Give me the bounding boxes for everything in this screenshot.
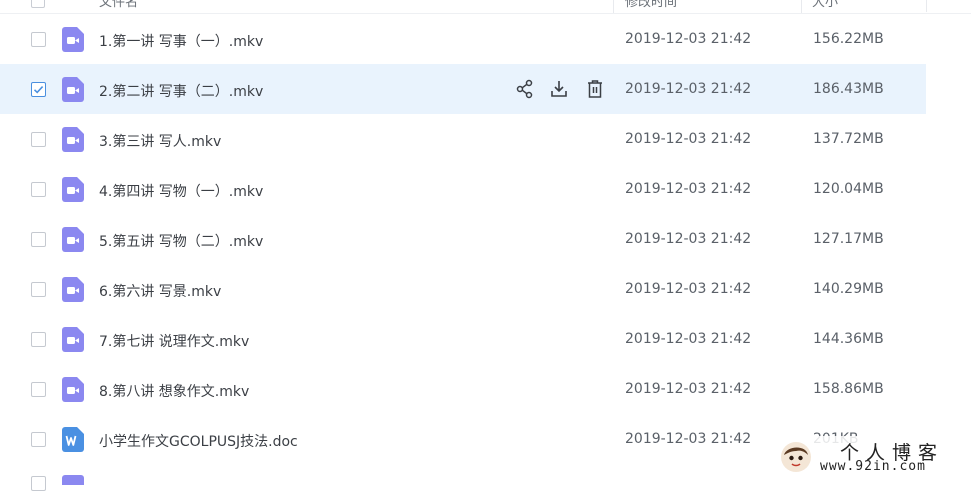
column-divider[interactable] <box>613 0 614 13</box>
row-checkbox[interactable] <box>31 476 46 491</box>
column-header-modified-time[interactable]: 修改时间 <box>625 0 677 10</box>
video-file-icon <box>62 227 84 252</box>
file-size: 120.04MB <box>813 181 884 197</box>
file-row[interactable]: 8.第八讲 想象作文.mkv 2019-12-03 21:42 158.86MB <box>0 364 926 414</box>
row-checkbox[interactable] <box>31 382 46 397</box>
file-row[interactable]: 7.第七讲 说理作文.mkv 2019-12-03 21:42 144.36MB <box>0 314 926 364</box>
video-file-icon <box>62 27 84 52</box>
row-checkbox-checked[interactable] <box>31 82 46 97</box>
video-file-icon <box>62 127 84 152</box>
file-size: 186.43MB <box>813 81 884 97</box>
delete-icon[interactable] <box>585 78 605 100</box>
file-name[interactable]: 小学生作文GCOLPUSJ技法.doc <box>99 431 298 451</box>
file-name[interactable]: 4.第四讲 写物（一）.mkv <box>99 181 263 201</box>
file-modified-time: 2019-12-03 21:42 <box>625 381 752 397</box>
avatar-icon <box>781 442 811 472</box>
video-file-icon <box>62 177 84 202</box>
file-size: 127.17MB <box>813 231 884 247</box>
row-checkbox[interactable] <box>31 432 46 447</box>
file-modified-time: 2019-12-03 21:42 <box>625 31 752 47</box>
video-file-icon <box>62 77 84 102</box>
row-checkbox[interactable] <box>31 132 46 147</box>
file-row[interactable]: 6.第六讲 写景.mkv 2019-12-03 21:42 140.29MB <box>0 264 926 314</box>
file-list-header: 文件名 修改时间 大小 <box>0 0 971 14</box>
file-name[interactable]: 3.第三讲 写人.mkv <box>99 131 221 151</box>
file-name[interactable]: 1.第一讲 写事（一）.mkv <box>99 31 263 51</box>
row-checkbox[interactable] <box>31 232 46 247</box>
row-checkbox[interactable] <box>31 182 46 197</box>
column-header-size[interactable]: 大小 <box>812 0 838 10</box>
file-list: 1.第一讲 写事（一）.mkv 2019-12-03 21:42 156.22M… <box>0 14 926 464</box>
share-icon[interactable] <box>515 78 535 100</box>
file-modified-time: 2019-12-03 21:42 <box>625 281 752 297</box>
file-row[interactable]: 5.第五讲 写物（二）.mkv 2019-12-03 21:42 127.17M… <box>0 214 926 264</box>
file-name[interactable]: 2.第二讲 写事（二）.mkv <box>99 81 263 101</box>
file-row[interactable]: 1.第一讲 写事（一）.mkv 2019-12-03 21:42 156.22M… <box>0 14 926 64</box>
file-name[interactable]: 8.第八讲 想象作文.mkv <box>99 381 249 401</box>
file-size: 156.22MB <box>813 31 884 47</box>
watermark-url: www.92in.com <box>820 459 926 474</box>
column-divider[interactable] <box>801 0 802 13</box>
file-modified-time: 2019-12-03 21:42 <box>625 331 752 347</box>
row-checkbox[interactable] <box>31 332 46 347</box>
file-size: 144.36MB <box>813 331 884 347</box>
file-modified-time: 2019-12-03 21:42 <box>625 131 752 147</box>
file-size: 158.86MB <box>813 381 884 397</box>
file-name[interactable]: 5.第五讲 写物（二）.mkv <box>99 231 263 251</box>
column-header-name[interactable]: 文件名 <box>99 0 138 10</box>
video-file-icon <box>62 277 84 302</box>
file-name[interactable]: 6.第六讲 写景.mkv <box>99 281 221 301</box>
blog-watermark: 个人博客 www.92in.com <box>776 436 966 478</box>
row-checkbox[interactable] <box>31 32 46 47</box>
file-row-selected[interactable]: 2.第二讲 写事（二）.mkv 2019-12-03 21:42 186.43M… <box>0 64 926 114</box>
file-row[interactable]: 3.第三讲 写人.mkv 2019-12-03 21:42 137.72MB <box>0 114 926 164</box>
column-settings-area[interactable] <box>926 0 971 12</box>
download-icon[interactable] <box>549 78 569 100</box>
checkmark-icon <box>33 86 44 94</box>
video-file-icon <box>62 327 84 352</box>
file-modified-time: 2019-12-03 21:42 <box>625 431 752 447</box>
file-row[interactable]: 4.第四讲 写物（一）.mkv 2019-12-03 21:42 120.04M… <box>0 164 926 214</box>
file-modified-time: 2019-12-03 21:42 <box>625 231 752 247</box>
file-name[interactable]: 7.第七讲 说理作文.mkv <box>99 331 249 351</box>
file-modified-time: 2019-12-03 21:42 <box>625 81 752 97</box>
select-all-checkbox[interactable] <box>31 0 45 8</box>
video-file-icon <box>62 475 84 485</box>
file-size: 140.29MB <box>813 281 884 297</box>
file-size: 137.72MB <box>813 131 884 147</box>
file-modified-time: 2019-12-03 21:42 <box>625 181 752 197</box>
row-checkbox[interactable] <box>31 282 46 297</box>
word-doc-icon <box>62 427 84 452</box>
video-file-icon <box>62 377 84 402</box>
